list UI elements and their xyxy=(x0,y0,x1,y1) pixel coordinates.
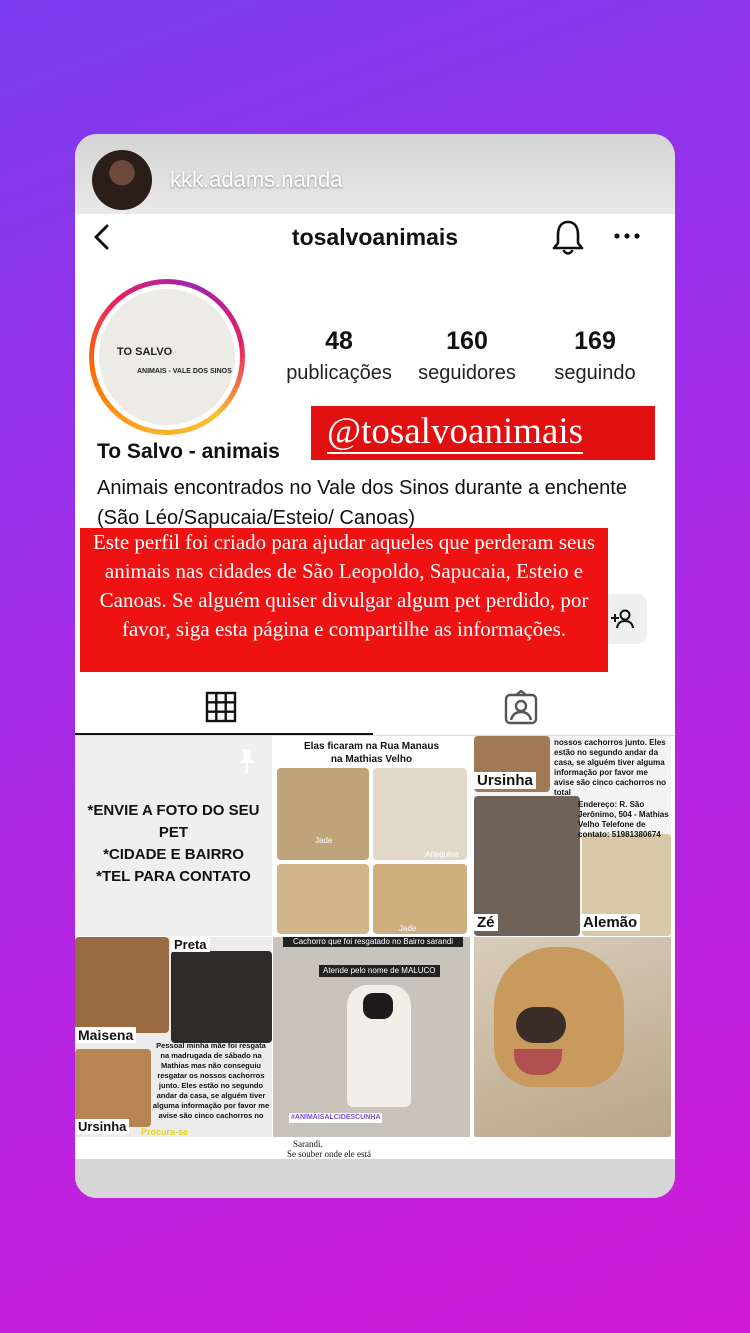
grid-icon xyxy=(205,691,237,723)
stat-followers[interactable]: 160 seguidores xyxy=(407,327,527,385)
post-4-name-2: Maisena xyxy=(75,1027,137,1043)
dog-name-jade-2: Jade xyxy=(399,924,417,933)
dog-photo xyxy=(373,768,467,860)
dog-photo xyxy=(373,864,467,934)
post-1-line-2: *CIDADE E BAIRRO xyxy=(103,846,244,863)
stat-followers-label: seguidores xyxy=(418,362,516,384)
post-1-line-3: *TEL PARA CONTATO xyxy=(96,868,251,885)
handle-text: @tosalvoanimais xyxy=(327,411,584,454)
info-banner: Este perfil foi criado para ajudar aquel… xyxy=(80,528,608,672)
dog-photo xyxy=(75,937,169,1033)
dog-nose xyxy=(516,1007,566,1043)
dog-head-patch xyxy=(363,993,393,1019)
tagged-icon xyxy=(504,690,538,725)
story-header: kkk.adams.nanda xyxy=(92,150,342,210)
post-1-line-1: *ENVIE A FOTO DO SEU PET xyxy=(87,802,260,841)
post-3-top-text: nossos cachorros junto. Eles estão no se… xyxy=(554,738,667,797)
add-user-icon xyxy=(611,609,634,629)
post-tile-5[interactable]: Cachorro que foi resgatado no Bairro sar… xyxy=(273,937,470,1137)
tab-posts-grid[interactable] xyxy=(75,681,373,735)
posts-grid: *ENVIE A FOTO DO SEU PET *CIDADE E BAIRR… xyxy=(75,736,675,1160)
post-4-name-3: Ursinha xyxy=(75,1119,130,1134)
post-tile-6[interactable] xyxy=(474,937,671,1137)
post-3-name-2: Zé xyxy=(474,914,498,931)
profile-logo: TO SALVO ANIMAIS - VALE DOS SINOS xyxy=(99,289,235,425)
more-options-icon[interactable] xyxy=(612,224,642,248)
profile-picture-ring[interactable]: TO SALVO ANIMAIS - VALE DOS SINOS xyxy=(89,279,245,435)
post-tile-3[interactable]: nossos cachorros junto. Eles estão no se… xyxy=(474,736,671,936)
post-3-address: Endereço: R. São Jerônimo, 504 - Mathias… xyxy=(578,800,669,839)
post-5-hashtag: #ANIMAISALCIDESCUNHA xyxy=(289,1113,383,1123)
dog-name-jade: Jade xyxy=(315,836,333,845)
post-2-heading: Elas ficaram na Rua Manaus na Mathias Ve… xyxy=(303,741,440,765)
dog-photo xyxy=(277,768,369,860)
profile-navbar: tosalvoanimais xyxy=(75,214,675,264)
post-4-name-1: Preta xyxy=(171,937,210,952)
stat-posts-value: 48 xyxy=(325,327,353,355)
tab-tagged[interactable] xyxy=(375,681,675,733)
story-bottom-strip xyxy=(75,1159,675,1198)
post-5-bottom-1: Sarandi. xyxy=(293,1139,323,1149)
post-5-name: Atende pelo nome de MALUCO xyxy=(319,965,440,977)
post-3-name-1: Ursinha xyxy=(474,772,536,789)
instagram-profile-screenshot: tosalvoanimais TO SALVO ANIMAIS - VALE D… xyxy=(75,214,675,1160)
profile-name: To Salvo - animais xyxy=(97,440,280,463)
post-4-text: Pessoal minha mãe foi resgata na madruga… xyxy=(152,1041,270,1120)
story-username[interactable]: kkk.adams.nanda xyxy=(170,167,342,193)
profile-bio: Animais encontrados no Vale dos Sinos du… xyxy=(97,477,627,529)
profile-tabs xyxy=(75,681,675,736)
stat-following-label: seguindo xyxy=(554,362,636,384)
logo-title: TO SALVO xyxy=(117,346,173,358)
story-card: kkk.adams.nanda tosalvoanimais TO SALVO … xyxy=(75,134,675,1198)
dog-photo xyxy=(277,864,369,934)
post-3-name-3: Alemão xyxy=(580,914,641,931)
post-5-top: Cachorro que foi resgatado no Bairro sar… xyxy=(283,937,463,947)
dog-photo xyxy=(171,951,272,1043)
post-tile-1[interactable]: *ENVIE A FOTO DO SEU PET *CIDADE E BAIRR… xyxy=(75,736,272,936)
handle-banner: @tosalvoanimais xyxy=(311,406,655,460)
logo-subtitle: ANIMAIS - VALE DOS SINOS xyxy=(137,368,232,375)
post-5-caption: Sarandi. Se souber onde ele está xyxy=(273,1139,470,1160)
post-tile-4[interactable]: Preta Maisena Pessoal minha mãe foi resg… xyxy=(75,937,272,1137)
post-tile-2[interactable]: Elas ficaram na Rua Manaus na Mathias Ve… xyxy=(273,736,470,936)
post-4-footer: Procura-se xyxy=(141,1127,189,1137)
dog-photo xyxy=(75,1049,151,1127)
bell-icon[interactable] xyxy=(550,218,586,258)
stat-following-value: 169 xyxy=(574,327,616,355)
stat-posts-label: publicações xyxy=(286,362,392,384)
stat-followers-value: 160 xyxy=(446,327,488,355)
stat-following[interactable]: 169 seguindo xyxy=(537,327,653,385)
stat-posts[interactable]: 48 publicações xyxy=(280,327,398,385)
story-avatar[interactable] xyxy=(92,150,152,210)
pin-icon xyxy=(239,749,255,773)
post-5-bottom-2: Se souber onde ele está xyxy=(287,1149,371,1159)
dog-name-arlequina: Arlequina xyxy=(425,850,459,859)
